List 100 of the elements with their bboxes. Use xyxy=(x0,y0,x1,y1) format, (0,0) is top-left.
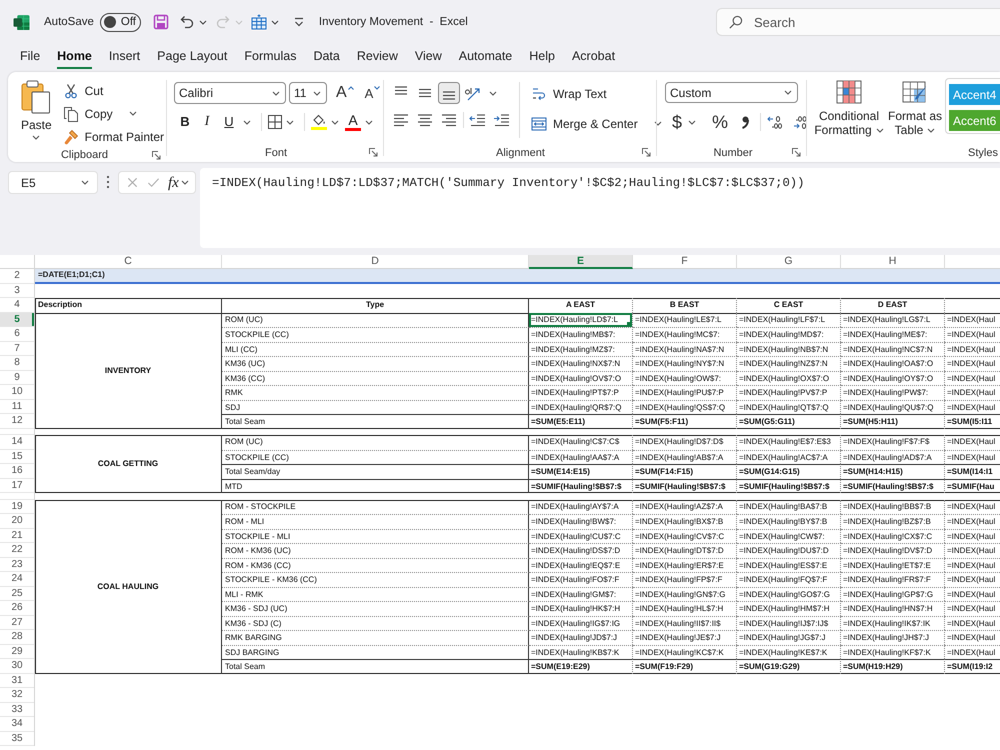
percent-button[interactable]: % xyxy=(709,111,732,133)
row-header[interactable]: 27 xyxy=(0,616,34,630)
row-header[interactable]: 29 xyxy=(0,644,34,659)
format-painter-button[interactable]: Format Painter xyxy=(60,126,166,147)
menu-tab[interactable]: Formulas xyxy=(244,44,296,69)
row-header[interactable]: 21 xyxy=(0,528,34,543)
row-header[interactable]: 22 xyxy=(0,543,34,558)
row-header[interactable]: 25 xyxy=(0,586,34,601)
caret-icon[interactable] xyxy=(270,20,279,24)
row-header[interactable]: 26 xyxy=(0,601,34,616)
dialog-launcher-icon[interactable] xyxy=(642,148,651,157)
dialog-launcher-icon[interactable] xyxy=(792,148,801,157)
wrap-text-button[interactable]: Wrap Text xyxy=(529,83,662,104)
font-color-button[interactable]: A xyxy=(345,114,361,126)
menu-tab[interactable]: Review xyxy=(356,44,398,69)
caret-icon[interactable] xyxy=(784,90,792,95)
column-header[interactable]: E xyxy=(529,255,633,269)
menu-tab[interactable]: Page Layout xyxy=(157,44,228,69)
row-header[interactable]: 28 xyxy=(0,630,34,644)
caret-icon[interactable] xyxy=(286,120,294,124)
menu-tab[interactable]: View xyxy=(414,44,442,69)
row-header[interactable]: 17 xyxy=(0,478,34,493)
row-header[interactable]: 30 xyxy=(0,659,34,674)
row-header[interactable]: 15 xyxy=(0,450,34,464)
grow-font-button[interactable]: A xyxy=(334,82,356,104)
row-header[interactable]: 24 xyxy=(0,572,34,586)
table-grid-icon[interactable] xyxy=(250,14,267,30)
row-header[interactable]: 19 xyxy=(0,500,34,514)
format-as-table-button[interactable]: Format as Table xyxy=(887,78,943,143)
font-name-field[interactable]: Calibri xyxy=(174,82,286,104)
row-header[interactable]: 23 xyxy=(0,558,34,572)
caret-icon[interactable] xyxy=(272,90,280,96)
row-header[interactable]: 11 xyxy=(0,400,34,414)
autosave-toggle[interactable]: Off xyxy=(100,12,141,32)
undo-icon[interactable] xyxy=(178,14,195,30)
row-header[interactable]: 5 xyxy=(0,312,34,327)
row-header[interactable]: 3 xyxy=(0,284,34,298)
save-icon[interactable] xyxy=(152,14,169,30)
conditional-formatting-button[interactable]: Conditional Formatting xyxy=(813,78,885,143)
row-header[interactable]: 8 xyxy=(0,356,34,370)
caret-icon[interactable] xyxy=(32,135,40,140)
menu-tab[interactable]: File xyxy=(20,44,40,69)
caret-icon[interactable] xyxy=(198,20,207,24)
row-header[interactable]: 32 xyxy=(0,688,34,702)
row-header[interactable]: 33 xyxy=(0,702,34,717)
caret-icon[interactable] xyxy=(331,120,339,124)
row-header[interactable]: 16 xyxy=(0,464,34,478)
bold-button[interactable]: B xyxy=(174,112,196,132)
row-header[interactable]: 12 xyxy=(0,414,34,428)
paste-button[interactable]: Paste xyxy=(16,78,57,144)
row-header[interactable]: 7 xyxy=(0,342,34,356)
underline-button[interactable]: U xyxy=(218,112,240,132)
formula-field[interactable]: =INDEX(Hauling!LD$7:LD$37;MATCH('Summary Inventory'!$C$2;Hauling!$LC$7:$LC$37;0)) xyxy=(200,168,1000,248)
name-box[interactable]: E5 xyxy=(8,171,98,194)
menu-tab[interactable]: Help xyxy=(529,44,555,69)
spreadsheet-logo-icon xyxy=(13,14,30,30)
dialog-launcher-icon[interactable] xyxy=(152,150,161,160)
copy-button[interactable]: Copy xyxy=(60,103,115,124)
caret-icon[interactable] xyxy=(81,180,89,185)
caret-icon[interactable] xyxy=(365,120,373,124)
cut-button[interactable]: Cut xyxy=(60,80,106,101)
menu-tab[interactable]: Home xyxy=(57,44,92,69)
decrease-decimal-icon[interactable] xyxy=(792,114,808,130)
row-header[interactable]: 35 xyxy=(0,732,34,746)
caret-icon[interactable] xyxy=(313,90,321,96)
shrink-font-button[interactable]: A xyxy=(362,82,382,104)
row-header[interactable]: 20 xyxy=(0,514,34,528)
row-header[interactable]: 14 xyxy=(0,435,34,450)
italic-button[interactable]: I xyxy=(196,112,218,132)
row-label: Total Seam/day xyxy=(222,464,529,478)
more-icon[interactable] xyxy=(106,175,110,189)
caret-icon[interactable] xyxy=(688,120,696,124)
paint-bucket-icon[interactable] xyxy=(311,114,327,126)
row-header[interactable]: 9 xyxy=(0,370,34,385)
currency-button[interactable]: $ xyxy=(669,111,686,133)
increase-decimal-icon[interactable] xyxy=(766,114,782,130)
font-size-field[interactable]: 11 xyxy=(289,82,327,104)
menu-tab[interactable]: Data xyxy=(313,44,340,69)
caret-icon[interactable] xyxy=(927,128,936,134)
menu-tab[interactable]: Acrobat xyxy=(572,44,616,69)
check-icon[interactable] xyxy=(147,176,160,189)
align-bottom-icon[interactable] xyxy=(438,82,460,104)
dialog-launcher-icon[interactable] xyxy=(369,148,378,157)
caret-icon[interactable] xyxy=(489,90,497,96)
caret-icon[interactable] xyxy=(128,111,137,116)
row-header[interactable]: 2 xyxy=(0,269,34,284)
search-field[interactable]: Search xyxy=(716,8,1000,36)
row-header[interactable]: 10 xyxy=(0,385,34,400)
menu-tab[interactable]: Insert xyxy=(108,44,140,69)
merge-center-button[interactable]: Merge & Center xyxy=(529,113,640,134)
caret-icon[interactable] xyxy=(876,128,884,134)
row-header[interactable]: 34 xyxy=(0,717,34,732)
row-header[interactable]: 6 xyxy=(0,327,34,342)
borders-icon[interactable] xyxy=(267,114,283,130)
row-header[interactable]: 31 xyxy=(0,674,34,688)
menu-tab[interactable]: Automate xyxy=(458,44,512,69)
caret-icon[interactable] xyxy=(243,120,251,124)
number-format-field[interactable]: Custom xyxy=(665,82,798,103)
caret-icon[interactable] xyxy=(180,180,189,185)
formula-cell: =SUMIF(Hau xyxy=(945,478,1000,493)
